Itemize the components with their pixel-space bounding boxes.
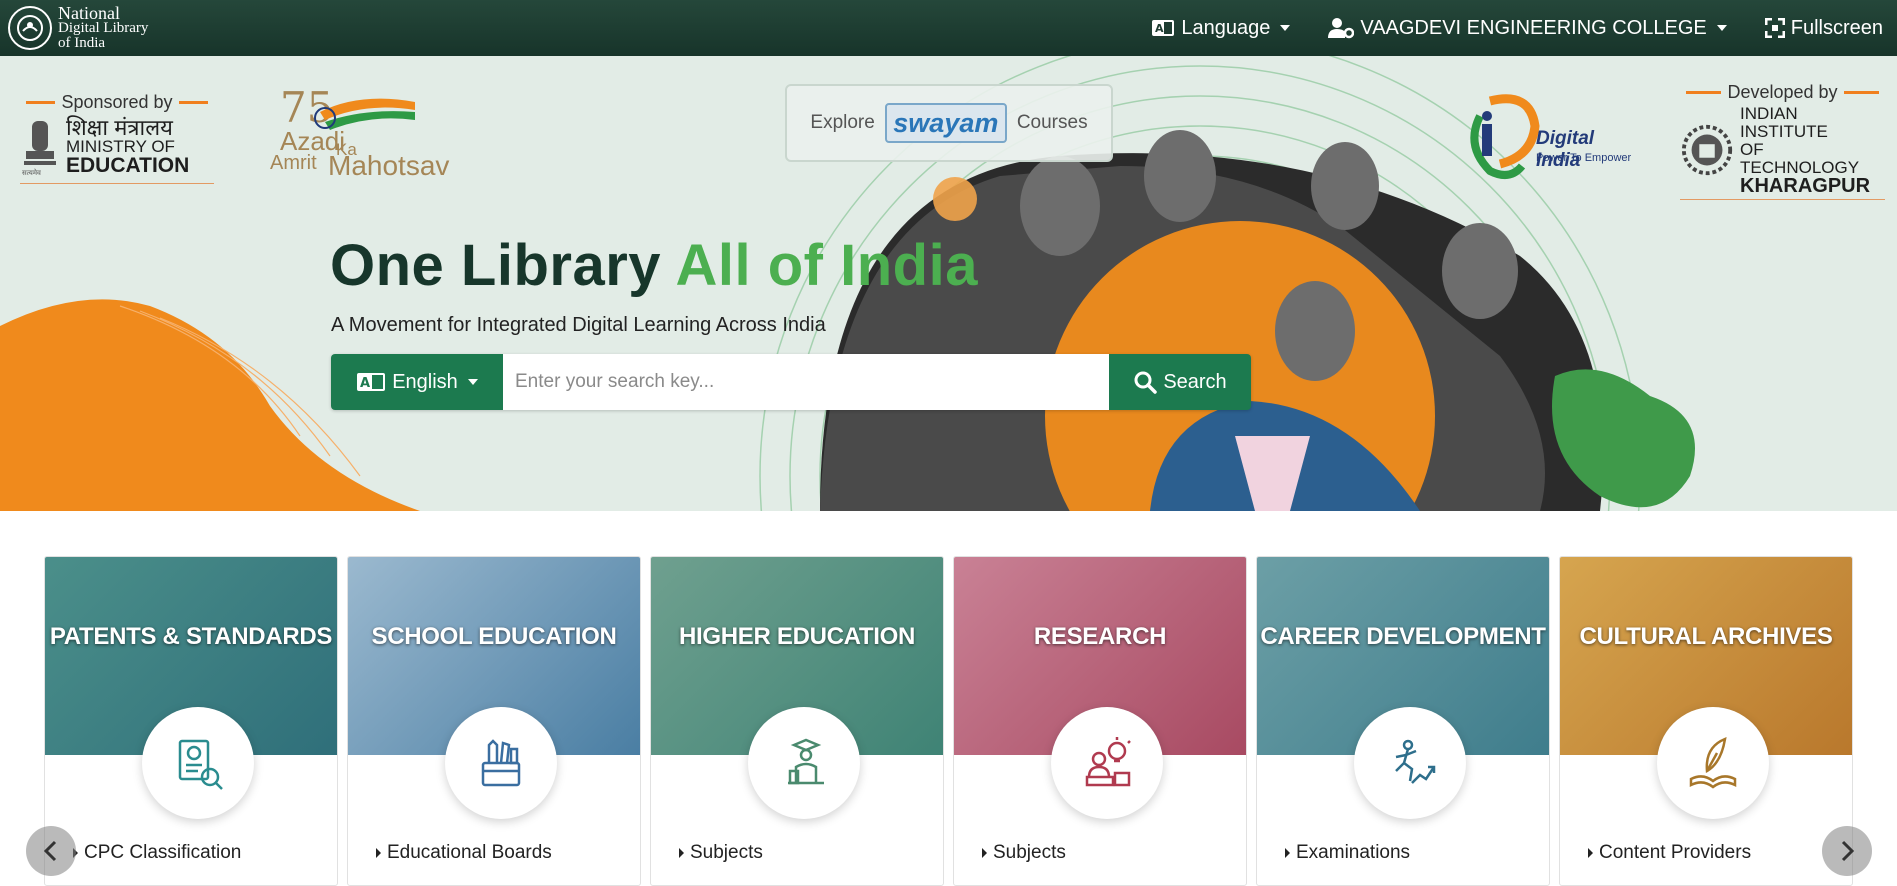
search-bar: A English Search: [331, 354, 1251, 410]
courses-label: Courses: [1016, 112, 1088, 133]
amrit-text: Amrit: [270, 152, 317, 174]
chevron-left-icon: [43, 840, 57, 862]
card-title: PATENTS & STANDARDS: [49, 623, 333, 650]
chevron-down-icon: [1716, 25, 1727, 31]
card-icon-badge: [142, 707, 254, 819]
iit-line-1: INDIAN INSTITUTE: [1740, 104, 1828, 141]
institution-label: VAAGDEVI ENGINEERING COLLEGE: [1360, 16, 1707, 39]
brand-line-2: Digital Library: [58, 19, 149, 36]
brand-line-3: of India: [58, 34, 106, 51]
card-research[interactable]: RESEARCH Subjects: [953, 556, 1247, 886]
brand-name: National Digital Library of India: [58, 2, 149, 51]
card-patents-standards[interactable]: PATENTS & STANDARDS CPC Classification: [44, 556, 338, 886]
search-language-label: English: [392, 370, 458, 393]
developed-by-caption: Developed by: [1680, 82, 1885, 103]
card-higher-education[interactable]: HIGHER EDUCATION Subjects: [650, 556, 944, 886]
ministry-of-education: सत्यमेव शिक्षा मंत्रालय MINISTRY OF EDUC…: [20, 115, 214, 184]
card-link[interactable]: Subjects: [679, 842, 763, 864]
developer-iit-kharagpur-logo[interactable]: Developed by INDIAN INSTITUTE OF TECHNOL…: [1680, 82, 1885, 200]
national-emblem-icon: सत्यमेव: [22, 121, 56, 177]
chevron-down-icon: [1280, 25, 1291, 31]
swayam-logo: swayam: [884, 103, 1007, 143]
patent-document-icon: [178, 739, 223, 790]
search-button-label: Search: [1163, 370, 1227, 393]
explore-swayam-courses-button[interactable]: Explore swayam Courses: [785, 84, 1113, 162]
card-icon-badge: [1051, 707, 1163, 819]
search-language-dropdown[interactable]: A English: [331, 354, 503, 410]
card-link[interactable]: Subjects: [982, 842, 1066, 864]
hero-headline: One Library All of India: [330, 232, 978, 299]
card-title: CULTURAL ARCHIVES: [1579, 623, 1833, 650]
card-icon-badge: [445, 707, 557, 819]
ministry-line-2: EDUCATION: [66, 153, 190, 177]
azadi-ka-amrit-mahotsav-logo: 75 Azadi Ka Amrit Mahotsav: [270, 82, 449, 182]
svg-text:सत्यमेव: सत्यमेव: [22, 168, 41, 177]
card-icon-badge: [1354, 707, 1466, 819]
card-cultural-archives[interactable]: CULTURAL ARCHIVES Content Providers: [1559, 556, 1853, 886]
ministry-hindi: शिक्षा मंत्रालय: [66, 114, 173, 140]
iit-line-2: OF TECHNOLOGY: [1740, 140, 1860, 177]
svg-text:A: A: [1155, 22, 1164, 35]
sponsored-by-caption: Sponsored by: [20, 92, 214, 113]
card-school-education[interactable]: SCHOOL EDUCATION Educational Boards: [347, 556, 641, 886]
ndli-emblem-icon: [8, 6, 52, 50]
chevron-down-icon: [467, 379, 478, 385]
carousel-next-button[interactable]: [1822, 826, 1872, 876]
headline-part-2: All of India: [675, 233, 978, 298]
card-title: RESEARCH: [1033, 623, 1167, 650]
card-link[interactable]: Content Providers: [1588, 842, 1751, 864]
search-icon: [1134, 371, 1158, 394]
quill-book-icon: [1689, 737, 1737, 789]
user-gear-icon: [1328, 18, 1355, 39]
svg-text:A: A: [360, 376, 370, 391]
digital-india-tagline: Power To Empower: [1536, 152, 1632, 164]
language-dropdown[interactable]: A Language: [1151, 16, 1291, 40]
research-idea-icon: [1085, 737, 1131, 787]
digital-india-emblem-icon: [1470, 94, 1540, 179]
sponsor-ministry-logo[interactable]: Sponsored by सत्यमेव शिक्षा मंत्रालय MIN…: [20, 92, 214, 184]
card-icon-badge: [748, 707, 860, 819]
brand-line-1: National: [58, 2, 120, 23]
explore-label: Explore: [810, 112, 875, 133]
graduate-desk-icon: [788, 738, 824, 785]
card-icon-badge: [1657, 707, 1769, 819]
translate-icon: A: [1152, 20, 1175, 36]
card-title: CAREER DEVELOPMENT: [1260, 623, 1546, 650]
digital-india-text: Digital India: [1536, 128, 1595, 171]
category-cards-carousel: PATENTS & STANDARDS CPC Classification S…: [44, 556, 1858, 886]
translate-icon: A: [357, 373, 386, 391]
career-growth-icon: [1395, 739, 1436, 784]
search-button[interactable]: Search: [1109, 354, 1251, 410]
institution-dropdown[interactable]: VAAGDEVI ENGINEERING COLLEGE: [1328, 16, 1727, 40]
iit-kharagpur-emblem-icon: [1681, 124, 1733, 176]
iit-kharagpur: INDIAN INSTITUTE OF TECHNOLOGY KHARAGPUR: [1680, 105, 1885, 200]
expand-icon: [1764, 18, 1785, 38]
school-supplies-icon: [481, 739, 521, 787]
card-link[interactable]: CPC Classification: [73, 842, 241, 864]
ndli-logo[interactable]: National Digital Library of India: [8, 0, 148, 56]
fullscreen-button[interactable]: Fullscreen: [1764, 16, 1883, 40]
headline-part-1: One Library: [330, 233, 676, 298]
search-input[interactable]: [503, 354, 1109, 410]
card-career-development[interactable]: CAREER DEVELOPMENT Examinations: [1256, 556, 1550, 886]
chevron-right-icon: [1841, 840, 1855, 862]
card-link[interactable]: Examinations: [1285, 842, 1410, 864]
card-link[interactable]: Educational Boards: [376, 842, 552, 864]
iit-line-3: KHARAGPUR: [1740, 175, 1871, 197]
top-navbar: National Digital Library of India A Lang…: [0, 0, 1897, 56]
language-label: Language: [1181, 16, 1271, 39]
top-menu: A Language VAAGDEVI ENGINEERING COLLEGE …: [1151, 0, 1897, 56]
hero-banner: Sponsored by सत्यमेव शिक्षा मंत्रालय MIN…: [0, 56, 1897, 511]
carousel-prev-button[interactable]: [26, 826, 76, 876]
card-title: HIGHER EDUCATION: [678, 623, 916, 650]
digital-india-logo: Digital India Power To Empower: [1460, 86, 1635, 186]
fullscreen-label: Fullscreen: [1790, 16, 1883, 39]
mahotsav-text: Mahotsav: [328, 150, 450, 181]
ministry-line-1: MINISTRY OF: [66, 136, 175, 156]
card-title: SCHOOL EDUCATION: [371, 623, 617, 650]
hero-tagline: A Movement for Integrated Digital Learni…: [331, 314, 826, 336]
